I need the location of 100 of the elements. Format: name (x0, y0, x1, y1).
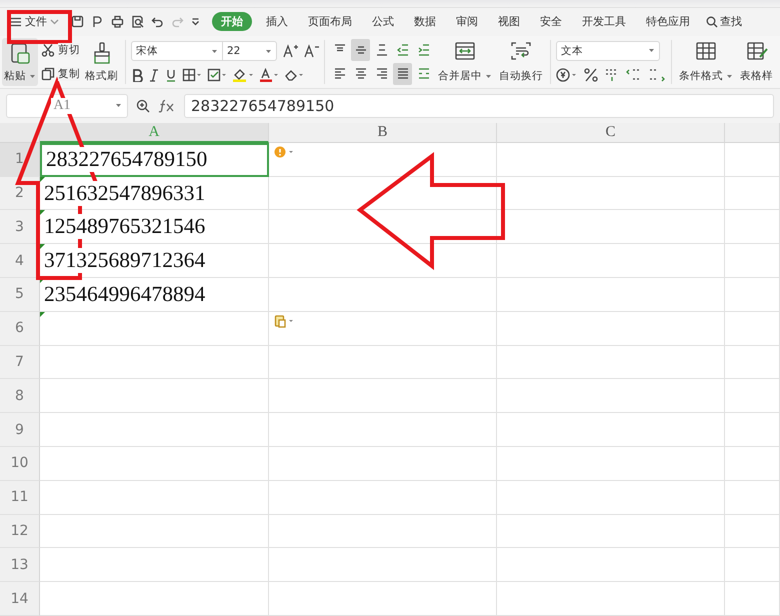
table-cell (725, 312, 780, 346)
name-box[interactable]: A1 (6, 94, 128, 118)
table-cell (725, 379, 780, 414)
table-cell (725, 548, 780, 582)
function-button[interactable] (158, 98, 176, 113)
file-menu-button[interactable]: 文件 (8, 12, 61, 32)
eraser-icon[interactable] (284, 68, 304, 82)
row-header[interactable]: 5 (0, 278, 40, 312)
copy-icon[interactable] (41, 66, 55, 81)
wrap-text-button[interactable]: 自动换行 (497, 38, 545, 86)
grid-icon[interactable] (695, 40, 717, 61)
align-distributed-icon (416, 66, 430, 81)
underline-icon[interactable] (165, 68, 177, 82)
scissors-icon[interactable] (41, 42, 55, 57)
grow-font-icon[interactable] (282, 43, 298, 60)
align-middle-button[interactable] (351, 38, 370, 61)
row-header[interactable]: 11 (0, 480, 40, 515)
table-cell (725, 447, 780, 481)
preview-icon[interactable] (131, 15, 144, 28)
row-header[interactable]: 12 (0, 514, 40, 548)
font-size-select[interactable]: 22 (223, 41, 277, 62)
table-cell (725, 346, 780, 380)
shrink-font-icon[interactable] (303, 43, 319, 60)
caret-icon[interactable] (115, 103, 122, 108)
table-pencil-icon[interactable] (746, 40, 768, 61)
merge-cells-icon[interactable] (454, 40, 476, 61)
fill-color-icon[interactable] (232, 68, 254, 82)
table-cell (725, 210, 780, 244)
caret-icon[interactable] (265, 48, 272, 54)
chevron-icon[interactable] (50, 18, 59, 25)
selected-cell[interactable]: 283227654789150 (40, 142, 269, 177)
align-justify-icon (396, 66, 410, 81)
align-bottom-icon (374, 42, 388, 57)
table-cell (725, 480, 780, 515)
align-indent-icon (416, 42, 430, 57)
caret-icon[interactable] (648, 48, 655, 54)
table-cell (725, 582, 780, 616)
row-header[interactable]: 8 (0, 379, 40, 414)
zoom-icon[interactable] (136, 98, 150, 113)
wrap-text-icon[interactable] (510, 40, 532, 61)
font-color-icon[interactable] (259, 68, 279, 82)
highlight-frame (7, 10, 72, 44)
paste-button[interactable]: 粘贴 (2, 38, 38, 86)
ribbon-tab[interactable]: 视图 (498, 12, 520, 32)
align-center-icon (354, 66, 368, 81)
percent-icon[interactable] (583, 66, 599, 83)
column-header[interactable]: C (497, 122, 725, 143)
ribbon-tab[interactable]: 安全 (540, 12, 562, 32)
cell-text: 125489765321546 (44, 214, 206, 240)
table-style-button[interactable]: 表格样 (738, 38, 775, 86)
table-cell (725, 514, 780, 548)
paste-options-icon[interactable] (274, 314, 296, 328)
decrease-decimal-icon[interactable] (648, 66, 666, 83)
caret-icon[interactable] (29, 74, 36, 79)
caret-icon[interactable] (211, 48, 218, 54)
undo-icon[interactable] (151, 15, 164, 28)
ribbon-tab[interactable]: 插入 (266, 12, 288, 32)
align-left-icon (332, 66, 346, 81)
border-icon[interactable] (182, 68, 202, 82)
ribbon-tab[interactable]: 数据 (414, 12, 436, 32)
row-header[interactable]: 13 (0, 548, 40, 582)
table-cell (725, 278, 780, 312)
dropdown-icon[interactable] (191, 17, 200, 26)
ribbon-tab[interactable]: 开发工具 (582, 12, 626, 32)
table-cell (725, 142, 780, 177)
table-cell (725, 413, 780, 448)
format-painter-button[interactable]: 格式刷 (83, 38, 120, 86)
italic-icon[interactable] (148, 68, 160, 82)
merge-center-button[interactable]: 合并居中 (436, 38, 494, 86)
row-header[interactable]: 10 (0, 447, 40, 481)
row-header[interactable]: 7 (0, 346, 40, 380)
search-icon[interactable] (706, 16, 718, 28)
menu-icon[interactable] (10, 16, 22, 27)
number-format-select[interactable]: 文本 (556, 40, 660, 61)
ribbon-tab[interactable]: 页面布局 (308, 12, 352, 32)
save-icon[interactable] (71, 15, 84, 28)
row-header[interactable]: 6 (0, 312, 40, 346)
align-justify-button[interactable] (393, 62, 412, 85)
row-header[interactable]: 14 (0, 582, 40, 616)
column-header[interactable]: B (269, 122, 497, 143)
caret-icon[interactable] (485, 74, 492, 79)
conditional-format-button[interactable]: 条件格式 (677, 38, 735, 86)
align-right-icon (374, 66, 388, 81)
print-icon[interactable] (111, 15, 124, 28)
ribbon-tab[interactable]: 特色应用 (646, 12, 690, 32)
cell-text: 283227654789150 (46, 147, 208, 172)
cell-style-icon[interactable] (207, 68, 227, 82)
row-header[interactable]: 9 (0, 413, 40, 448)
formula-field[interactable]: 283227654789150 (184, 94, 774, 118)
align-outdent-icon (396, 42, 410, 57)
search-button[interactable]: 查找 (706, 12, 742, 32)
table-cell (725, 244, 780, 278)
currency-icon[interactable] (556, 66, 578, 83)
ribbon-tab[interactable]: 审阅 (456, 12, 478, 32)
cell-text: 251632547896331 (44, 180, 206, 206)
table-cell (725, 176, 780, 210)
bold-icon[interactable] (131, 68, 143, 82)
ribbon-tab[interactable]: 公式 (372, 12, 394, 32)
caret-icon[interactable] (726, 74, 733, 79)
font-select[interactable]: 宋体 (131, 41, 223, 62)
